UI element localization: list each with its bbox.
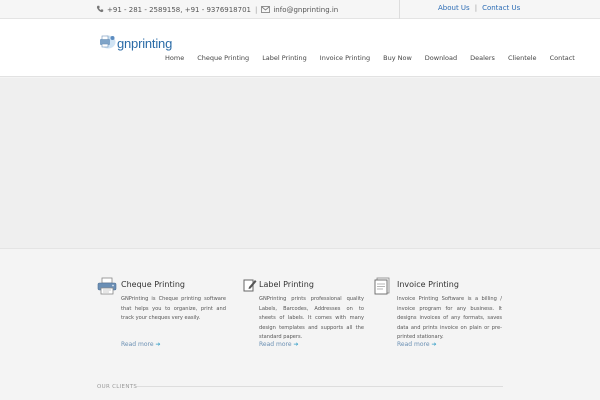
feature-title: Label Printing: [259, 280, 314, 289]
nav-label-printing[interactable]: Label Printing: [262, 54, 307, 62]
nav-invoice-printing[interactable]: Invoice Printing: [320, 54, 370, 62]
arrow-right-icon: ➔: [431, 341, 437, 348]
site-logo[interactable]: gnprinting: [97, 33, 172, 54]
logo-text: gnprinting: [117, 36, 173, 51]
phone-numbers: +91 - 281 - 2589158, +91 - 9376918701: [107, 6, 251, 14]
hero-banner: [0, 78, 600, 249]
feature-title: Invoice Printing: [397, 280, 459, 289]
logo-icon: [97, 33, 116, 54]
nav-download[interactable]: Download: [425, 54, 457, 62]
nav-dealers[interactable]: Dealers: [470, 54, 495, 62]
nav-contact[interactable]: Contact: [550, 54, 575, 62]
nav-clientele[interactable]: Clientele: [508, 54, 537, 62]
nav-cheque-printing[interactable]: Cheque Printing: [197, 54, 249, 62]
read-more-link[interactable]: Read more ➔: [121, 341, 161, 348]
about-us-link[interactable]: About Us: [438, 4, 470, 12]
feature-description: GNPrinting is Cheque printing software t…: [121, 296, 226, 321]
contact-us-link[interactable]: Contact Us: [482, 4, 520, 12]
top-bar: +91 - 281 - 2589158, +91 - 9376918701 | …: [0, 0, 600, 19]
topbar-divider: |: [255, 6, 258, 14]
feature-title: Cheque Printing: [121, 280, 185, 289]
nav-home[interactable]: Home: [165, 54, 184, 62]
arrow-right-icon: ➔: [293, 341, 299, 348]
nav-buy-now[interactable]: Buy Now: [383, 54, 412, 62]
feature-description: Invoice Printing Software is a billing /…: [397, 296, 502, 340]
printer-icon: [97, 277, 117, 299]
contact-info: +91 - 281 - 2589158, +91 - 9376918701 | …: [96, 4, 338, 16]
top-links: About Us | Contact Us: [438, 4, 520, 12]
clients-heading: OUR CLIENTS: [97, 384, 138, 390]
read-more-link[interactable]: Read more ➔: [397, 341, 437, 348]
site-header: gnprinting Home Cheque Printing Label Pr…: [0, 19, 600, 77]
topbar-vertical-divider: [399, 0, 400, 19]
main-nav: Home Cheque Printing Label Printing Invo…: [165, 54, 575, 62]
read-more-label: Read more: [121, 341, 154, 348]
edit-pencil-icon: [243, 277, 257, 296]
arrow-right-icon: ➔: [155, 341, 161, 348]
email-link[interactable]: info@gnprinting.in: [273, 6, 338, 14]
read-more-label: Read more: [397, 341, 430, 348]
read-more-link[interactable]: Read more ➔: [259, 341, 299, 348]
mail-icon: [261, 5, 271, 15]
document-icon: [373, 277, 391, 299]
top-links-divider: |: [474, 4, 478, 12]
clients-divider: [137, 386, 503, 387]
read-more-label: Read more: [259, 341, 292, 348]
phone-icon: [96, 5, 104, 15]
feature-description: GNPrinting prints professional quality L…: [259, 296, 364, 340]
